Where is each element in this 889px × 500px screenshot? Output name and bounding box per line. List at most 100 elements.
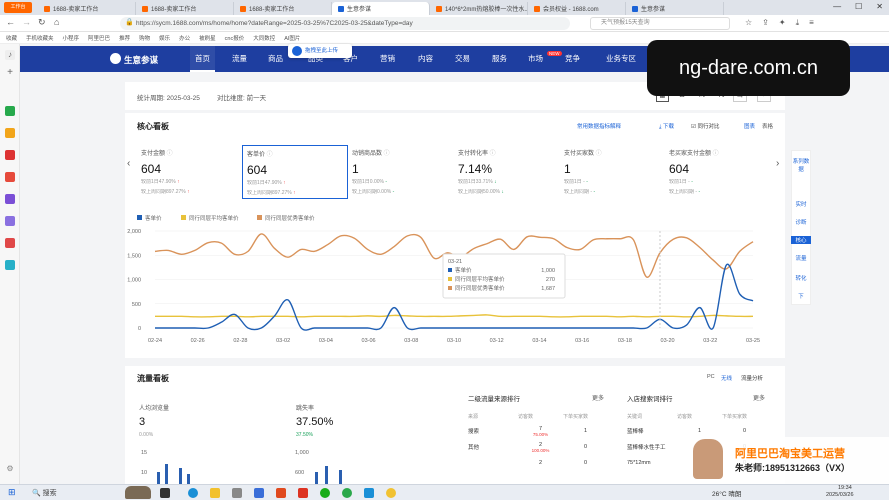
metric-card[interactable]: 支付买家数 ⓘ 1 较前1日 - - 较上周同期 - - xyxy=(560,145,666,199)
legend-label[interactable]: 同行同层平均客单价 xyxy=(189,214,239,222)
table-view-button[interactable]: 表格 xyxy=(762,122,773,130)
table-row[interactable]: 搜索 7 75.00% 1 xyxy=(468,423,608,439)
bookmark-item[interactable]: 被刷星 xyxy=(199,34,216,42)
legend-label[interactable]: 客单价 xyxy=(145,214,162,222)
taskbar-search[interactable]: 🔍 搜索 xyxy=(32,488,57,498)
browser-tab[interactable]: 1688-卖家工作台 xyxy=(234,2,332,15)
download-icon[interactable]: ⤓ xyxy=(796,18,800,28)
ai-icon[interactable] xyxy=(5,194,15,204)
app-icon-5[interactable] xyxy=(5,216,15,226)
bookmark-item[interactable]: 大同数控 xyxy=(253,34,275,42)
side-nav-button[interactable]: 系列数据 xyxy=(791,157,811,173)
bookmark-item[interactable]: 阿里巴巴 xyxy=(88,34,110,42)
keyword-more-link[interactable]: 更多 xyxy=(753,393,765,402)
add-icon[interactable]: + xyxy=(5,68,15,78)
legend-label[interactable]: 同行同层优秀客单价 xyxy=(265,214,315,222)
nav-tab[interactable]: 内容 xyxy=(413,46,438,72)
menu-icon[interactable]: ≡ xyxy=(809,18,814,28)
clock-time[interactable]: 19:34 xyxy=(838,485,852,491)
browser-tab[interactable]: 生意参谋 xyxy=(626,2,724,15)
side-nav-button[interactable]: 转化 xyxy=(791,274,811,282)
explorer-icon[interactable] xyxy=(210,488,220,498)
metric-card[interactable]: 老买家支付金额 ⓘ 604 较前1日 - - 较上周同期 - - xyxy=(665,145,771,199)
bookmark-item[interactable]: 推荐 xyxy=(119,34,130,42)
nav-tab[interactable]: 商品 xyxy=(263,46,288,72)
back-icon[interactable]: ← xyxy=(6,17,15,27)
app-icon-tb2[interactable] xyxy=(254,488,264,498)
nav-tab[interactable]: 流量 xyxy=(227,46,252,72)
close-icon[interactable]: ✕ xyxy=(876,2,883,11)
settings-icon[interactable]: ⚙ xyxy=(5,464,15,474)
nav-tab[interactable]: 市场 xyxy=(523,46,548,72)
app-icon-6[interactable] xyxy=(5,260,15,270)
traffic-analysis-link[interactable]: 流量分析 xyxy=(741,374,763,382)
nav-tab[interactable]: 服务 xyxy=(487,46,512,72)
workbench-badge[interactable]: 工作台 xyxy=(4,2,32,13)
bookmark-item[interactable]: 办公 xyxy=(179,34,190,42)
side-nav-button[interactable]: 实时 xyxy=(791,200,811,208)
bookmark-item[interactable]: AI图片 xyxy=(284,34,300,42)
wireless-toggle[interactable]: 无线 xyxy=(721,374,732,382)
browser-tab[interactable]: 生意参谋 xyxy=(332,2,430,15)
bookmark-item[interactable]: 娱乐 xyxy=(159,34,170,42)
bookmark-item[interactable]: cnc报价 xyxy=(225,34,245,42)
peer-compare-toggle[interactable]: ☑ 同行对比 xyxy=(691,122,719,130)
table-row[interactable]: 其他 2 100.00% 0 xyxy=(468,439,608,455)
share-icon[interactable]: ⇪ xyxy=(762,18,769,28)
app-icon-tb5[interactable] xyxy=(364,488,374,498)
download-link[interactable]: ⤓ 下载 xyxy=(659,122,674,131)
metric-card[interactable]: 支付转化率 ⓘ 7.14% 较前1日33.71% ↓ 较上周同期50.00% ↓ xyxy=(454,145,560,199)
task-view-icon[interactable] xyxy=(160,488,170,498)
bell-icon[interactable]: ♪ xyxy=(5,50,15,60)
url-input[interactable]: https://sycm.1688.com/ms/home/home?dateR… xyxy=(120,17,570,30)
turtle-widget-icon[interactable] xyxy=(125,486,151,499)
upload-tip[interactable]: 拖拽至此上传 xyxy=(288,44,352,58)
browser-tab[interactable]: 1688-卖家工作台 xyxy=(38,2,136,15)
app-logo[interactable]: 生意参谋 xyxy=(124,54,158,66)
app-icon-2[interactable] xyxy=(5,128,15,138)
browser-tab[interactable]: 140*6*2mm热熔胶棒一次性水... xyxy=(430,2,528,15)
app-icon-tb1[interactable] xyxy=(232,488,242,498)
nav-tab[interactable]: 交易 xyxy=(450,46,475,72)
side-nav-button[interactable]: 流量 xyxy=(791,254,811,262)
side-nav-button[interactable]: 诊断 xyxy=(791,218,811,226)
nav-tab[interactable]: 营销 xyxy=(375,46,400,72)
nav-tab[interactable]: 竞争 xyxy=(560,46,585,72)
bookmark-item[interactable]: 收藏 xyxy=(6,34,17,42)
app-icon-1[interactable] xyxy=(5,106,15,116)
side-nav-button[interactable]: 核心 xyxy=(791,236,811,244)
windows-start-icon[interactable]: ⊞ xyxy=(8,487,16,498)
game-icon[interactable] xyxy=(5,238,15,248)
bookmark-item[interactable]: 购物 xyxy=(139,34,150,42)
table-row[interactable]: 20 xyxy=(468,455,608,471)
metric-card[interactable]: 客单价 ⓘ 604 较前1日47.90% ↑ 较上周同期897.27% ↑ xyxy=(242,145,348,199)
wechat-icon[interactable] xyxy=(320,488,330,498)
minimize-icon[interactable]: — xyxy=(833,2,841,11)
nav-tab[interactable]: 业务专区 xyxy=(601,46,641,72)
star-icon[interactable]: ☆ xyxy=(745,18,752,28)
side-nav-button[interactable]: 下 xyxy=(791,292,811,300)
chrome-icon[interactable] xyxy=(386,488,396,498)
app-icon-tb4[interactable] xyxy=(342,488,352,498)
extension-icon[interactable]: ✦ xyxy=(779,18,786,28)
clock-date[interactable]: 2025/03/26 xyxy=(826,492,854,498)
metrics-next-icon[interactable]: › xyxy=(776,158,779,169)
source-more-link[interactable]: 更多 xyxy=(592,393,604,402)
faq-link[interactable]: 常用数据指标解释 xyxy=(577,122,621,130)
app-icon-4[interactable] xyxy=(5,172,15,182)
chart-view-button[interactable]: 图表 xyxy=(744,122,755,130)
app-icon-tb3[interactable] xyxy=(298,488,308,498)
reload-icon[interactable]: ↻ xyxy=(38,17,46,28)
maximize-icon[interactable]: ☐ xyxy=(855,2,862,11)
series-line-1[interactable] xyxy=(155,314,754,318)
edge-icon[interactable] xyxy=(188,488,198,498)
forward-icon[interactable]: → xyxy=(22,17,31,27)
pc-toggle[interactable]: PC xyxy=(707,374,715,380)
metric-card[interactable]: 动销商品数 ⓘ 1 较前1日0.00% - 较上周同期0.00% - xyxy=(348,145,454,199)
browser-tab[interactable]: 1688-卖家工作台 xyxy=(136,2,234,15)
browser-search-input[interactable]: 天气预报15天查询 xyxy=(590,17,730,30)
bookmark-item[interactable]: 手机收藏夹 xyxy=(26,34,54,42)
metric-card[interactable]: 支付金额 ⓘ 604 较前1日47.90% ↑ 较上周同期897.27% ↑ xyxy=(137,145,243,199)
browser-tab[interactable]: 会员权益 - 1688.com xyxy=(528,2,626,15)
bookmark-item[interactable]: 小程序 xyxy=(63,34,80,42)
